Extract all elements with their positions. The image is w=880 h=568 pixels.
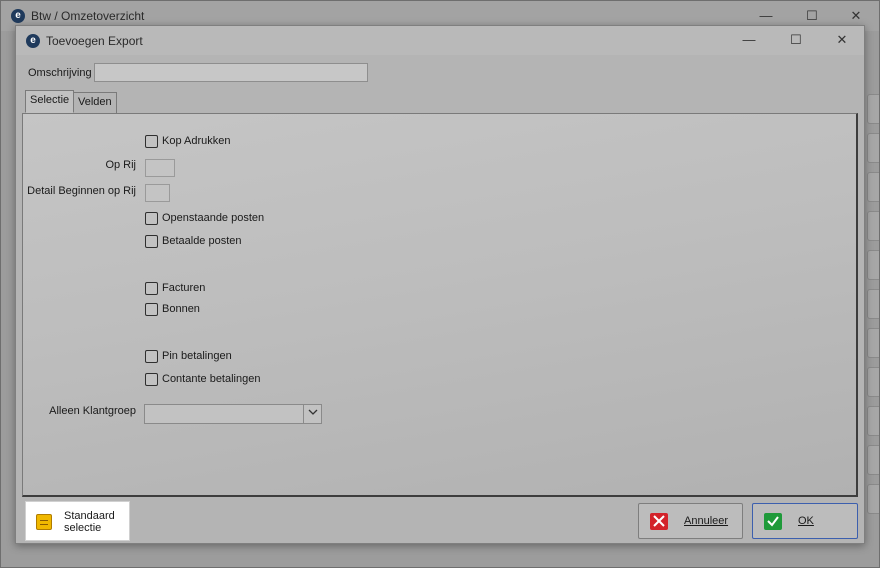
parent-side-button[interactable] — [867, 289, 879, 319]
tab-selectie[interactable]: Selectie — [25, 90, 75, 113]
checkbox-box[interactable] — [145, 281, 158, 295]
standaard-selectie-label: Standaard selectie — [64, 510, 115, 534]
checkbox-box[interactable] — [145, 372, 158, 386]
green-check-icon — [764, 513, 782, 530]
annuleer-label: Annuleer — [684, 515, 729, 527]
dialog-title: Toevoegen Export — [46, 34, 143, 48]
kop-adrukken-checkbox[interactable]: Kop Adrukken — [145, 134, 231, 148]
ok-label: OK — [798, 515, 814, 527]
parent-side-button[interactable] — [867, 250, 879, 280]
dialog-minimize-button[interactable]: — — [726, 25, 772, 55]
contante-betalingen-label: Contante betalingen — [162, 373, 261, 385]
toevoegen-export-dialog: e Toevoegen Export — ☐ ✕ Omschrijving Se… — [15, 25, 865, 544]
parent-side-button[interactable] — [867, 445, 879, 475]
parent-side-button[interactable] — [867, 406, 879, 436]
detail-beginnen-input[interactable] — [145, 184, 170, 202]
ok-button[interactable]: OK — [752, 503, 858, 539]
betaalde-posten-checkbox[interactable]: Betaalde posten — [145, 234, 242, 248]
app-logo-icon: e — [11, 9, 25, 23]
chevron-down-icon[interactable] — [303, 405, 321, 423]
pin-betalingen-checkbox[interactable]: Pin betalingen — [145, 349, 232, 363]
op-rij-input[interactable] — [145, 159, 175, 177]
openstaande-posten-checkbox[interactable]: Openstaande posten — [145, 211, 264, 225]
openstaande-posten-label: Openstaande posten — [162, 212, 265, 224]
selectie-panel: Kop Adrukken Op Rij Detail Beginnen op R… — [22, 113, 858, 497]
red-x-icon — [650, 513, 668, 530]
checkbox-box[interactable] — [145, 234, 158, 248]
alleen-klantgroep-select[interactable] — [144, 404, 322, 424]
parent-side-button[interactable] — [867, 94, 879, 124]
bonnen-label: Bonnen — [162, 303, 200, 315]
detail-beginnen-label: Detail Beginnen op Rij — [27, 185, 136, 197]
checkbox-box[interactable] — [145, 134, 158, 148]
parent-side-button[interactable] — [867, 328, 879, 358]
parent-side-button[interactable] — [867, 133, 879, 163]
contante-betalingen-checkbox[interactable]: Contante betalingen — [145, 372, 260, 386]
checkbox-box[interactable] — [145, 211, 158, 225]
parent-side-button[interactable] — [867, 484, 879, 514]
checkbox-box[interactable] — [145, 349, 158, 363]
facturen-label: Facturen — [162, 282, 206, 294]
pin-betalingen-label: Pin betalingen — [162, 350, 232, 362]
annuleer-button[interactable]: Annuleer — [638, 503, 743, 539]
facturen-checkbox[interactable]: Facturen — [145, 281, 205, 295]
omschrijving-input[interactable] — [94, 63, 368, 82]
parent-side-button[interactable] — [867, 367, 879, 397]
dialog-titlebar: e Toevoegen Export — ☐ ✕ — [16, 26, 864, 55]
dialog-maximize-button[interactable]: ☐ — [773, 25, 819, 55]
alleen-klantgroep-label: Alleen Klantgroep — [49, 405, 136, 417]
bonnen-checkbox[interactable]: Bonnen — [145, 302, 200, 316]
op-rij-label: Op Rij — [105, 159, 136, 171]
parent-side-button[interactable] — [867, 211, 879, 241]
dialog-close-button[interactable]: ✕ — [819, 25, 865, 55]
parent-window-title: Btw / Omzetoverzicht — [31, 9, 145, 23]
kop-adrukken-label: Kop Adrukken — [162, 135, 231, 147]
betaalde-posten-label: Betaalde posten — [162, 235, 242, 247]
app-logo-icon: e — [26, 34, 40, 48]
omschrijving-label: Omschrijving — [28, 67, 92, 79]
checkbox-box[interactable] — [145, 302, 158, 316]
standaard-selectie-button[interactable]: Standaard selectie — [25, 501, 130, 541]
tab-velden[interactable]: Velden — [73, 92, 117, 113]
notepad-icon — [36, 514, 52, 530]
parent-side-button[interactable] — [867, 172, 879, 202]
